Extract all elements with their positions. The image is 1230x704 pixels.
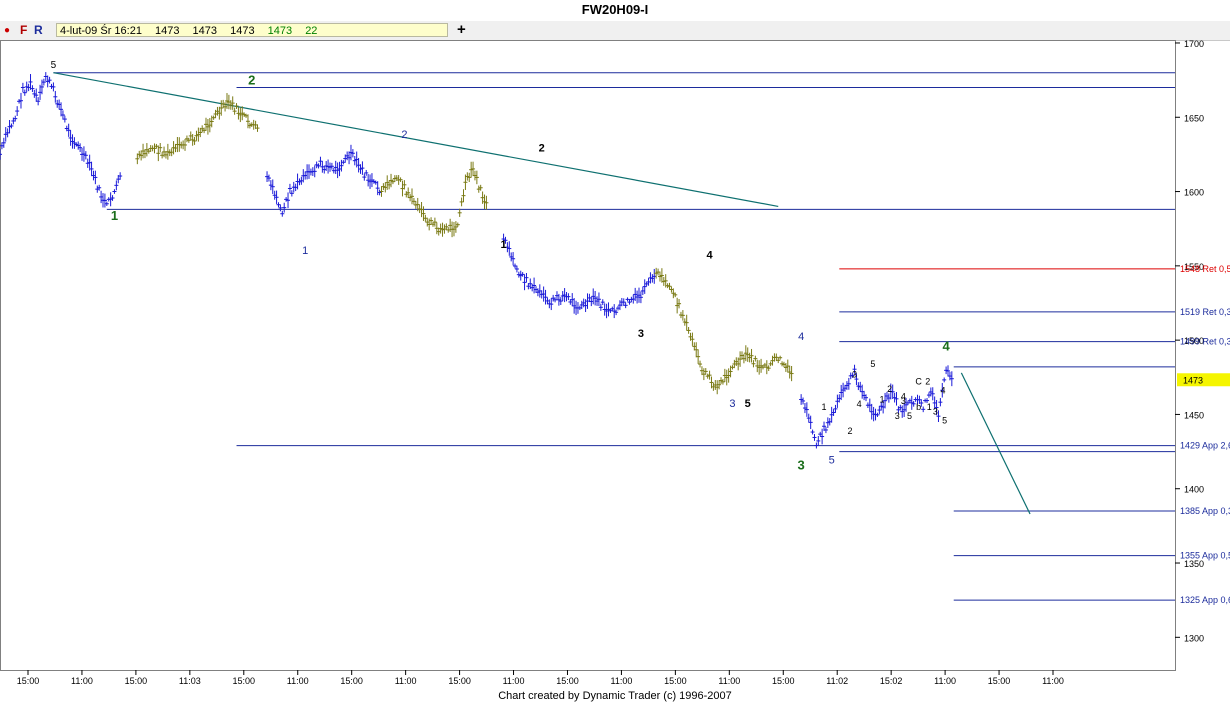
wave-label: 5 bbox=[870, 359, 875, 369]
price-segment bbox=[265, 144, 382, 217]
wave-label: 3 bbox=[798, 457, 805, 472]
wave-label: 3 bbox=[895, 411, 900, 421]
y-tick-label: 1300 bbox=[1184, 633, 1204, 643]
wave-label: 3 bbox=[933, 406, 938, 416]
wave-label: 2 bbox=[887, 384, 892, 394]
last-price-label: 1473 bbox=[1183, 375, 1203, 385]
wave-label: 1 bbox=[501, 239, 507, 251]
wave-label: 3 bbox=[729, 398, 735, 410]
x-tick-label: 15:00 bbox=[772, 676, 795, 686]
wave-label: 1 bbox=[302, 245, 308, 257]
level-label: 1499 Ret 0,300 bbox=[1180, 337, 1230, 347]
chart-title: FW20H09-I bbox=[0, 0, 1230, 20]
level-label: 1325 App 0,618 bbox=[1180, 595, 1230, 605]
price-segment bbox=[654, 267, 794, 395]
x-tick-label: 15:00 bbox=[556, 676, 579, 686]
x-tick-label: 11:00 bbox=[718, 676, 740, 686]
f-button[interactable]: F bbox=[20, 23, 27, 37]
price-segment bbox=[135, 93, 260, 165]
x-tick-label: 11:00 bbox=[71, 676, 93, 686]
quote-open: 1473 bbox=[155, 25, 180, 37]
x-tick-label: 15:00 bbox=[988, 676, 1011, 686]
x-tick-label: 15:00 bbox=[664, 676, 687, 686]
wave-label: 1 bbox=[111, 208, 118, 223]
x-tick-label: 15:00 bbox=[17, 676, 40, 686]
wave-labels: 512212143 43 53 5412345123453b 1C 2345 bbox=[51, 60, 951, 472]
x-tick-label: 11:03 bbox=[179, 676, 201, 686]
last-price-marker: 1473 bbox=[1177, 373, 1230, 387]
trend-line bbox=[960, 372, 1031, 515]
price-segment bbox=[0, 72, 123, 208]
price-chart[interactable]: 13001350140014501500155016001650170015:0… bbox=[0, 40, 1230, 688]
x-tick-label: 11:00 bbox=[395, 676, 417, 686]
wave-label: 2 bbox=[925, 377, 930, 387]
toolbar: ● F R 4-lut-09 Śr 16:21 1473 1473 1473 1… bbox=[0, 21, 1230, 41]
y-tick-label: 1650 bbox=[1184, 113, 1204, 123]
quote-high: 1473 bbox=[192, 25, 218, 37]
x-tick-label: 15:00 bbox=[233, 676, 256, 686]
wave-label: 2 bbox=[248, 73, 255, 88]
wave-label: 5 bbox=[829, 454, 835, 466]
x-tick-label: 11:00 bbox=[287, 676, 309, 686]
wave-label: 5 bbox=[942, 415, 947, 425]
price-series bbox=[0, 72, 954, 449]
wave-label: 2 bbox=[539, 142, 545, 154]
x-tick-label: 11:00 bbox=[934, 676, 956, 686]
quote-close: 1473 bbox=[267, 25, 293, 37]
wave-label: 4 bbox=[942, 339, 950, 354]
level-label: 1519 Ret 0,382 bbox=[1180, 307, 1230, 317]
wave-label: 2 bbox=[847, 426, 852, 436]
x-tick-label: 15:00 bbox=[125, 676, 148, 686]
y-tick-label: 1400 bbox=[1184, 485, 1204, 495]
wave-label: 2 bbox=[401, 129, 407, 141]
wave-label: 5 bbox=[51, 60, 57, 71]
x-tick-label: 11:00 bbox=[503, 676, 525, 686]
level-label: 1429 App 2,618 bbox=[1180, 441, 1230, 451]
wave-label: 4 bbox=[707, 249, 714, 261]
x-tick-label: 15:00 bbox=[448, 676, 471, 686]
wave-label: 4 bbox=[857, 399, 862, 409]
record-dot-icon[interactable]: ● bbox=[4, 25, 10, 36]
x-tick-label: 11:00 bbox=[610, 676, 632, 686]
y-tick-label: 1600 bbox=[1184, 188, 1204, 198]
x-tick-label: 11:02 bbox=[826, 676, 848, 686]
wave-label: 3 bbox=[852, 369, 857, 379]
quote-volume: 22 bbox=[305, 25, 318, 37]
wave-label: 3 bbox=[901, 396, 906, 406]
wave-label: 1 bbox=[822, 402, 827, 412]
price-segment bbox=[379, 161, 489, 238]
plot-frame bbox=[0, 40, 1176, 671]
price-segment bbox=[501, 233, 657, 319]
y-tick-label: 1700 bbox=[1184, 40, 1204, 49]
y-tick-label: 1450 bbox=[1184, 410, 1204, 420]
quote-low: 1473 bbox=[230, 25, 255, 37]
add-icon[interactable]: + bbox=[457, 21, 466, 38]
wave-label: 5 bbox=[907, 411, 912, 421]
x-tick-label: 15:02 bbox=[880, 676, 903, 686]
wave-label: 4 bbox=[798, 331, 804, 343]
wave-label: 3 bbox=[638, 328, 644, 340]
wave-label: 1 bbox=[880, 395, 885, 405]
axes: 13001350140014501500155016001650170015:0… bbox=[0, 40, 1204, 686]
wave-label: 5 bbox=[745, 398, 751, 410]
wave-label: 4 bbox=[941, 386, 946, 396]
trend-line bbox=[53, 72, 779, 208]
wave-label: C bbox=[915, 377, 922, 387]
quote-bar: 4-lut-09 Śr 16:21 1473 1473 1473 1473 22 bbox=[56, 23, 448, 37]
level-label: 1355 App 0,500 bbox=[1180, 551, 1230, 561]
r-button[interactable]: R bbox=[34, 23, 43, 37]
footer-credit: Chart created by Dynamic Trader (c) 1996… bbox=[498, 690, 732, 702]
x-tick-label: 11:00 bbox=[1042, 676, 1064, 686]
quote-date: 4-lut-09 Śr 16:21 bbox=[60, 25, 142, 37]
wave-label: 1 bbox=[927, 402, 932, 412]
wave-label: b bbox=[916, 402, 921, 412]
x-tick-label: 15:00 bbox=[340, 676, 363, 686]
level-label: 1385 App 0,382 bbox=[1180, 506, 1230, 516]
level-label: 1548 Ret 0,500 bbox=[1180, 264, 1230, 274]
